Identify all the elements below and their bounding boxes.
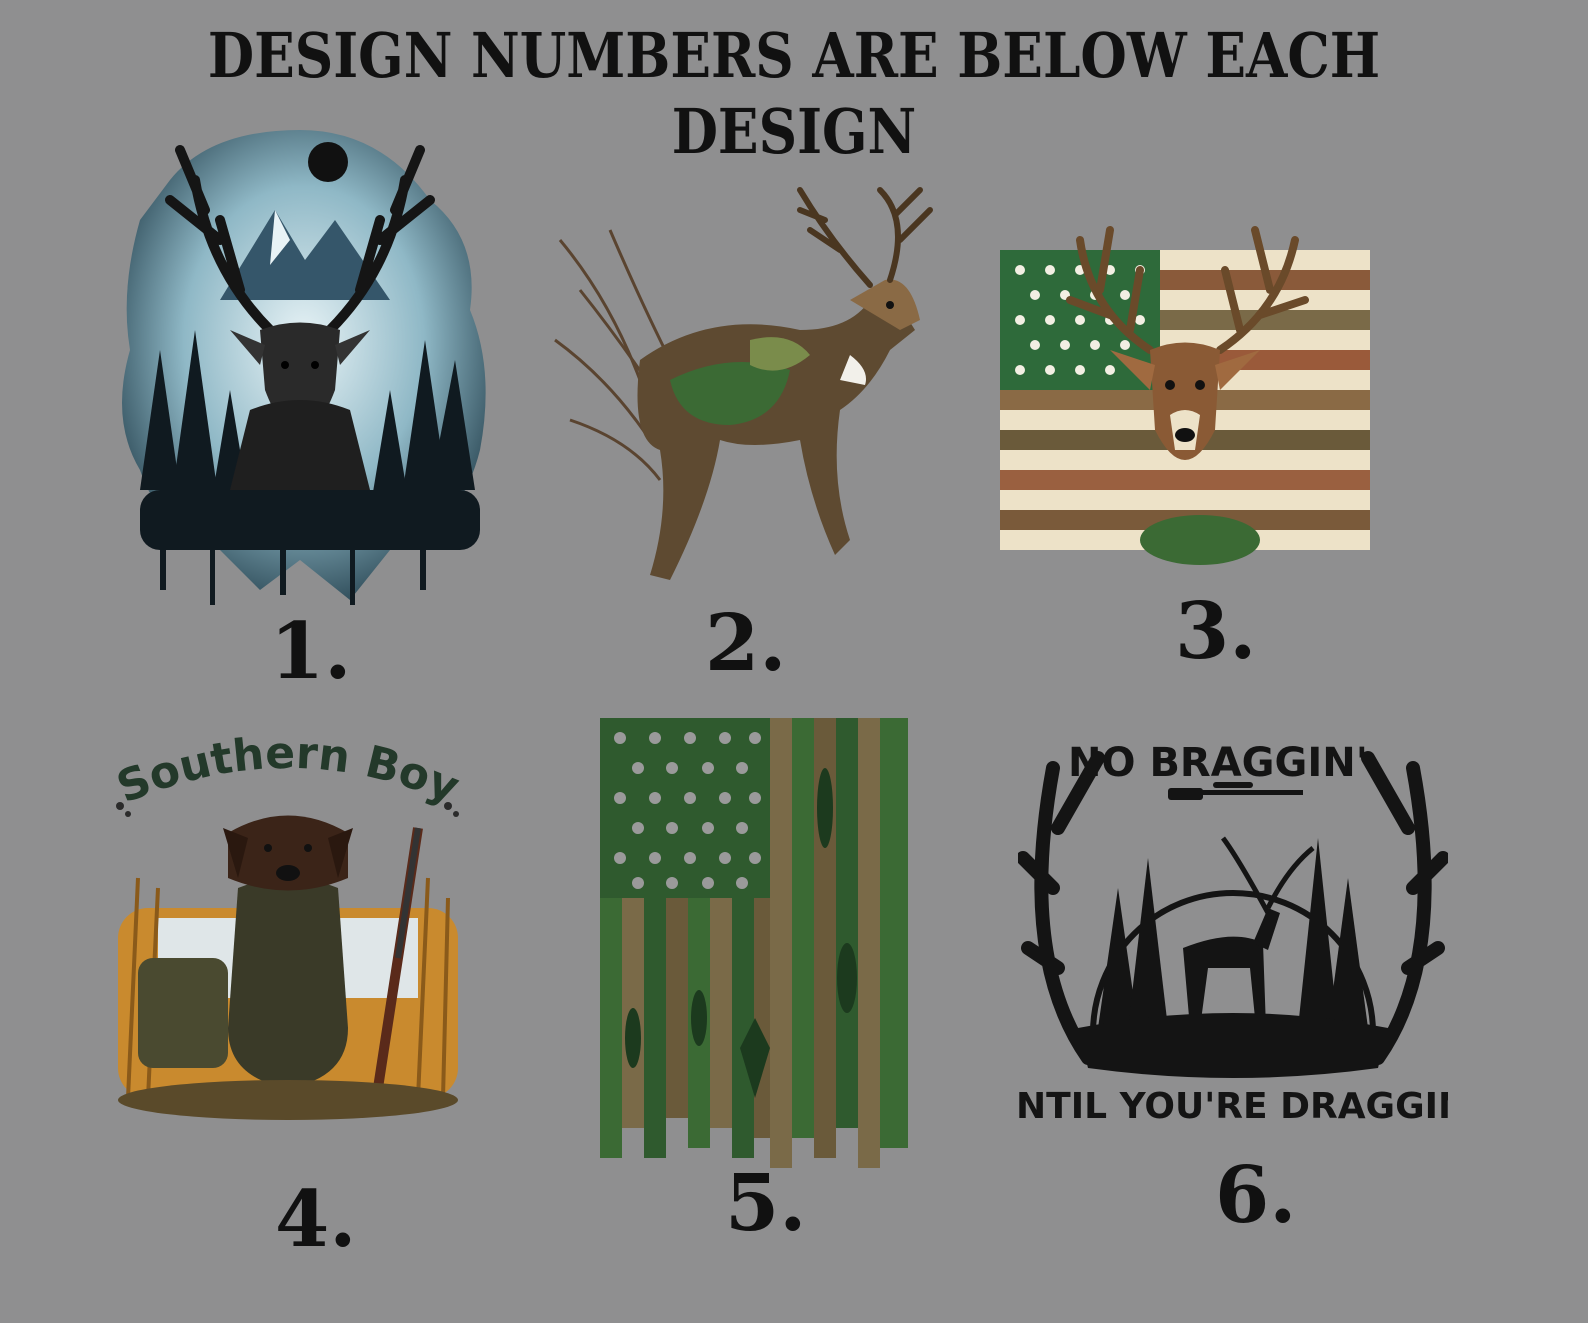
design-4-image[interactable]: Southern Boy bbox=[98, 728, 478, 1128]
design-4-number: 4. bbox=[275, 1174, 357, 1265]
antler-deer-silhouette-icon: NO BRAGGIN' UNTIL YOU'RE DRAGGIN' bbox=[1018, 740, 1448, 1127]
design-3-image[interactable] bbox=[1000, 220, 1370, 570]
southern-boy-dog-icon: Southern Boy bbox=[110, 728, 466, 1120]
design-5-image[interactable] bbox=[600, 718, 912, 1178]
southern-boy-title: Southern Boy bbox=[110, 728, 466, 814]
design-2-number: 2. bbox=[705, 598, 787, 689]
leaping-camo-deer-icon bbox=[554, 187, 933, 580]
design-6-image[interactable]: NO BRAGGIN' UNTIL YOU'RE DRAGGIN' bbox=[1018, 728, 1448, 1128]
camo-flag-buck-icon bbox=[1000, 226, 1370, 565]
design-5-number: 5. bbox=[725, 1158, 807, 1249]
design-1-number: 1. bbox=[270, 606, 352, 697]
no-braggin-text: NO BRAGGIN' bbox=[1068, 740, 1368, 786]
until-youre-draggin-text: UNTIL YOU'RE DRAGGIN' bbox=[1018, 1086, 1448, 1127]
fishing-flag-icon bbox=[600, 718, 908, 1168]
design-6-number: 6. bbox=[1215, 1150, 1297, 1241]
design-1-image[interactable] bbox=[100, 90, 500, 610]
design-3-number: 3. bbox=[1175, 586, 1257, 677]
design-2-image[interactable] bbox=[550, 180, 960, 600]
mountain-stag-icon bbox=[122, 130, 486, 605]
